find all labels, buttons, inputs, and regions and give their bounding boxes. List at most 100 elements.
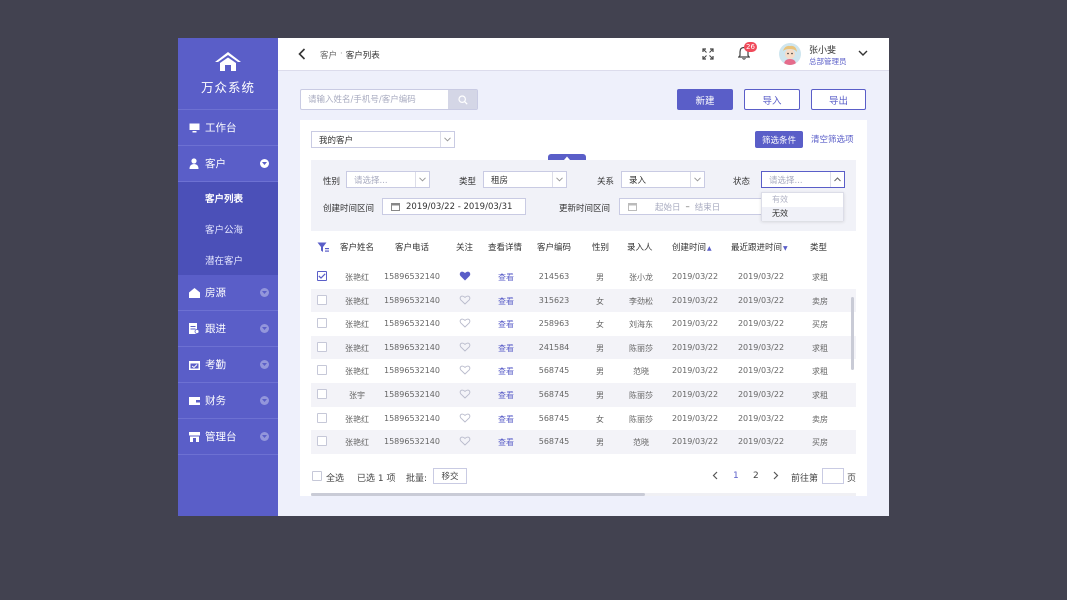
col-follow[interactable]: 关注 [456, 241, 473, 253]
col-last-follow[interactable]: 最近跟进时间▼ [731, 241, 788, 253]
updated-date-range[interactable]: 起始日 – 结束日 [619, 198, 763, 215]
row-checkbox[interactable] [317, 389, 327, 399]
col-code[interactable]: 客户编码 [537, 241, 571, 253]
col-phone[interactable]: 客户电话 [395, 241, 429, 253]
sidebar-subitem-customer-pool[interactable]: 客户公海 [178, 213, 278, 244]
search-input[interactable] [301, 90, 449, 109]
table-row[interactable]: 张艳红 15896532140 568745 男 范晓 2019/03/22 2019/03… [311, 359, 856, 383]
view-detail-link[interactable]: 查看 [498, 272, 514, 283]
end-date-placeholder: 结束日 [694, 202, 721, 213]
next-page-icon[interactable] [773, 471, 779, 480]
table-row[interactable]: 张艳红 15896532140 214563 男 张小龙 2019/03/22 2019/0… [311, 265, 856, 289]
col-creator[interactable]: 录入人 [627, 241, 653, 253]
select-all-label[interactable]: 全选 [326, 471, 344, 484]
row-checkbox[interactable] [317, 271, 327, 281]
sidebar-subitem-potential[interactable]: 潜在客户 [178, 244, 278, 275]
cell-name: 张艳红 [345, 438, 369, 448]
col-name[interactable]: 客户姓名 [340, 241, 374, 253]
status-option-invalid[interactable]: 无效 [762, 207, 843, 221]
transfer-button[interactable]: 移交 [433, 468, 467, 484]
view-detail-link[interactable]: 查看 [498, 319, 514, 330]
cell-last-follow: 2019/03/22 [737, 390, 785, 399]
view-detail-link[interactable]: 查看 [498, 343, 514, 354]
app-title: 万众系统 [200, 80, 255, 95]
table-row[interactable]: 张艳红 15896532140 241584 男 陈丽莎 2019/03/22 2019/0… [311, 335, 856, 360]
heart-outline-icon[interactable] [459, 436, 471, 448]
relation-select[interactable]: 录入 [621, 171, 705, 188]
import-button[interactable]: 导入 [744, 89, 800, 110]
row-checkbox[interactable] [317, 365, 327, 376]
cell-name: 张艳红 [345, 414, 369, 424]
sidebar-item-label: 管理台 [205, 431, 237, 443]
table-row[interactable]: 张艳红 15896532140 258963 女 刘海东 2019/03/22 2019/0… [311, 312, 856, 336]
sidebar-item-followup[interactable]: 跟进 [178, 311, 278, 347]
horizontal-scrollbar[interactable] [311, 493, 645, 496]
chevron-down-icon[interactable] [858, 50, 868, 57]
sidebar-item-finance[interactable]: 财务 [178, 383, 278, 419]
sidebar-item-housing[interactable]: 房源 [178, 275, 278, 311]
filter-conditions-button[interactable]: 筛选条件 [755, 131, 803, 148]
heart-outline-icon[interactable] [459, 318, 471, 330]
row-checkbox[interactable] [317, 294, 327, 305]
status-select[interactable]: 请选择... [761, 171, 845, 188]
clear-filters-link[interactable]: 清空筛选项 [811, 133, 854, 145]
row-checkbox[interactable] [317, 412, 327, 423]
new-button[interactable]: 新建 [677, 89, 733, 110]
heart-outline-icon[interactable] [459, 389, 471, 401]
cell-created: 2019/03/22 [671, 413, 719, 423]
customer-scope-select[interactable]: 我的客户 [311, 131, 455, 148]
status-option-valid[interactable]: 有效 [762, 193, 843, 207]
page-1[interactable]: 1 [733, 471, 739, 481]
search-button[interactable] [448, 90, 477, 109]
select-all-checkbox[interactable] [312, 471, 322, 481]
row-checkbox[interactable] [317, 436, 327, 447]
cell-type: 买房 [812, 320, 828, 330]
heart-filled-icon[interactable] [459, 271, 471, 283]
sidebar-item-attendance[interactable]: 考勤 [178, 347, 278, 383]
cell-last-follow: 2019/03/22 [737, 437, 785, 447]
fullscreen-icon[interactable] [702, 48, 714, 60]
view-detail-link[interactable]: 查看 [498, 366, 514, 377]
heart-outline-icon[interactable] [459, 413, 471, 425]
created-date-range[interactable]: 2019/03/22 - 2019/03/31 [382, 198, 526, 215]
sidebar-item-admin[interactable]: 管理台 [178, 419, 278, 455]
row-checkbox[interactable] [317, 318, 327, 329]
heart-outline-icon[interactable] [459, 342, 471, 354]
cell-code: 568745 [538, 366, 570, 376]
page-2[interactable]: 2 [753, 471, 759, 481]
sidebar-subitem-customer-list[interactable]: 客户列表 [178, 182, 278, 213]
vertical-scrollbar[interactable] [851, 297, 854, 370]
table-row[interactable]: 张艳红 15896532140 568745 女 陈丽莎 2019/03/22 2019/0… [311, 407, 856, 431]
table-row[interactable]: 张艳红 15896532140 315623 女 李劲松 2019/03/22 2019/0… [311, 288, 856, 313]
export-button[interactable]: 导出 [811, 89, 866, 110]
col-type[interactable]: 类型 [810, 241, 827, 253]
breadcrumb: 客户 · 客户列表 [320, 49, 380, 61]
table-row[interactable]: 张艳红 15896532140 568745 男 范晓 2019/03/22 2019/03… [311, 430, 856, 454]
cell-gender: 男 [596, 367, 604, 377]
cell-code: 568745 [538, 437, 570, 447]
col-created[interactable]: 创建时间▲ [672, 241, 712, 253]
heart-outline-icon[interactable] [459, 295, 471, 307]
sidebar-item-customer[interactable]: 客户 [178, 146, 278, 182]
col-detail[interactable]: 查看详情 [488, 241, 522, 253]
view-detail-link[interactable]: 查看 [498, 437, 514, 448]
col-gender[interactable]: 性别 [592, 241, 609, 253]
heart-outline-icon[interactable] [459, 365, 471, 377]
avatar[interactable] [779, 43, 801, 65]
top-bar: 客户 · 客户列表 26 张小斐 总部管理员 [278, 38, 889, 71]
view-detail-link[interactable]: 查看 [498, 296, 514, 307]
prev-page-icon[interactable] [712, 471, 718, 480]
goto-page-input[interactable] [822, 468, 844, 484]
view-detail-link[interactable]: 查看 [498, 390, 514, 401]
cell-phone: 15896532140 [384, 413, 440, 423]
view-detail-link[interactable]: 查看 [498, 414, 514, 425]
back-arrow-icon[interactable] [298, 48, 306, 60]
row-checkbox[interactable] [317, 341, 327, 352]
breadcrumb-item[interactable]: 客户 [320, 49, 337, 61]
logo[interactable]: 万众系统 [178, 38, 278, 110]
table-row[interactable]: 张宇 15896532140 568745 男 陈丽莎 2019/03/22 2019/03… [311, 383, 856, 407]
gender-select[interactable]: 请选择... [346, 171, 430, 188]
sidebar-item-workbench[interactable]: 工作台 [178, 110, 278, 146]
type-select[interactable]: 租房 [483, 171, 567, 188]
filter-icon[interactable] [317, 242, 329, 253]
